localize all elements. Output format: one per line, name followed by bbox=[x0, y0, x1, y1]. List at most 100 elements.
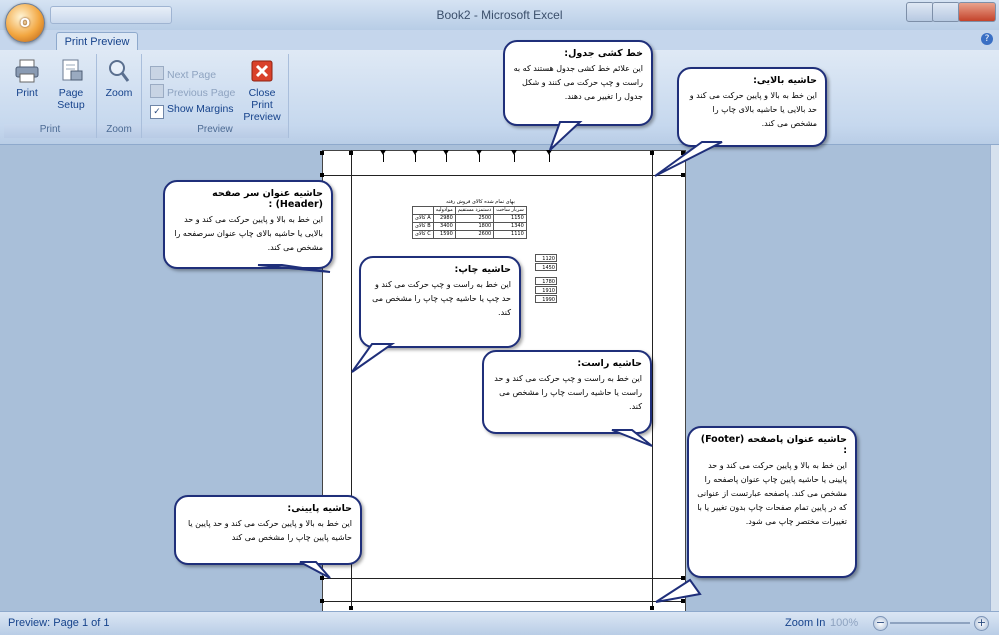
extra-cell: 1120 bbox=[535, 254, 557, 262]
table-cell: دستمزد مستقیم bbox=[454, 206, 495, 215]
top-margin-line[interactable] bbox=[322, 175, 684, 176]
margin-handle[interactable] bbox=[650, 606, 654, 610]
maximize-icon[interactable] bbox=[932, 2, 960, 22]
margin-handle[interactable] bbox=[349, 151, 353, 155]
extra-cell: 1780 bbox=[535, 277, 557, 285]
checkbox-icon: ✓ bbox=[150, 105, 164, 119]
page-setup-button[interactable]: Page Setup bbox=[50, 58, 92, 111]
footer-margin-line[interactable] bbox=[322, 601, 684, 602]
callout-title: حاشیه بالایی: bbox=[753, 75, 817, 86]
print-label: Print bbox=[16, 87, 38, 99]
callout-right-margin: حاشیه راست: این خط به راست و چپ حرکت می … bbox=[482, 350, 652, 434]
close-print-preview-button[interactable]: Close Print Preview bbox=[238, 58, 286, 123]
office-button-icon[interactable]: O bbox=[5, 3, 45, 43]
minimize-icon[interactable] bbox=[906, 2, 934, 22]
table-cell: 1340 bbox=[493, 222, 527, 231]
callout-body: این خط به راست و چپ حرکت می کند و حد چپ … bbox=[372, 280, 511, 317]
next-page-button[interactable]: Next Page bbox=[150, 66, 216, 81]
close-preview-icon bbox=[251, 60, 273, 82]
margin-handle[interactable] bbox=[320, 599, 324, 603]
margin-handle[interactable] bbox=[681, 576, 685, 580]
callout-top-margin: حاشیه بالایی: این خط به بالا و پایین حرک… bbox=[677, 67, 827, 147]
extra-cell: 1450 bbox=[535, 263, 557, 271]
margin-handle[interactable] bbox=[681, 151, 685, 155]
callout-bottom-margin: حاشیه پایینی: این خط به بالا و پایین حرک… bbox=[174, 495, 362, 565]
margin-handle[interactable] bbox=[681, 599, 685, 603]
margin-handle[interactable] bbox=[320, 576, 324, 580]
status-text: Preview: Page 1 of 1 bbox=[8, 617, 110, 629]
print-group-label: Print bbox=[4, 124, 96, 138]
table-cell: کالای A bbox=[412, 214, 434, 223]
table-cell: 2500 bbox=[454, 214, 495, 223]
callout-table-lines: خط کشی جدول: این علائم خط کشی جدول هستند… bbox=[503, 40, 653, 126]
close-label-2: Preview bbox=[243, 111, 281, 123]
zoom-percent[interactable]: 100% bbox=[830, 617, 858, 629]
show-margins-checkbox[interactable]: ✓ Show Margins bbox=[150, 102, 234, 119]
callout-body: این خط به بالا و پایین حرکت می کند و حد … bbox=[697, 461, 847, 526]
table-cell: 2600 bbox=[454, 230, 495, 239]
table-row: کالای A 2980 2500 1150 bbox=[412, 214, 527, 223]
callout-body: این علائم خط کشی جدول هستند که به راست و… bbox=[513, 64, 643, 101]
previous-page-button[interactable]: Previous Page bbox=[150, 84, 235, 99]
print-group: Print Page Setup Print bbox=[4, 54, 97, 138]
sheet-table: موادولیه دستمزد مستقیم سربار ساخت کالای … bbox=[412, 206, 527, 239]
callout-print-margin: حاشیه چاپ: این خط به راست و چپ حرکت می ک… bbox=[359, 256, 521, 348]
margin-handle[interactable] bbox=[320, 173, 324, 177]
column-handle[interactable] bbox=[443, 150, 449, 162]
ribbon: Print Page Setup Print Zoom Zoom Next Pa… bbox=[0, 50, 999, 145]
table-row: کالای C 1590 2600 1110 bbox=[412, 230, 527, 239]
column-handle[interactable] bbox=[511, 150, 517, 162]
callout-body: این خط به بالا و پایین حرکت می کند و حد … bbox=[174, 215, 323, 252]
zoom-in-icon[interactable]: + bbox=[974, 616, 989, 631]
bottom-margin-line[interactable] bbox=[322, 578, 684, 579]
column-handle[interactable] bbox=[412, 150, 418, 162]
zoom-slider[interactable] bbox=[890, 622, 970, 624]
tab-print-preview[interactable]: Print Preview bbox=[56, 32, 138, 51]
zoom-group: Zoom Zoom bbox=[97, 54, 142, 138]
close-icon[interactable] bbox=[958, 2, 996, 22]
preview-group-label: Preview bbox=[142, 124, 288, 138]
preview-group: Next Page Previous Page ✓ Show Margins Cl… bbox=[142, 54, 289, 138]
vertical-scrollbar[interactable] bbox=[990, 145, 999, 611]
title-bar: Book2 - Microsoft Excel bbox=[0, 0, 999, 31]
table-cell: 1110 bbox=[493, 230, 527, 239]
zoom-label: Zoom bbox=[105, 87, 133, 99]
column-handle[interactable] bbox=[546, 150, 552, 162]
sheet-title: بهای تمام شده کالای فروش رفته bbox=[446, 199, 515, 205]
extra-cell: 1990 bbox=[535, 295, 557, 303]
table-cell: 3400 bbox=[432, 222, 456, 231]
table-cell: 1150 bbox=[493, 214, 527, 223]
callout-title: حاشیه پایینی: bbox=[287, 503, 352, 514]
right-margin-line[interactable] bbox=[652, 150, 653, 610]
extra-cell: 1910 bbox=[535, 286, 557, 294]
margin-handle[interactable] bbox=[349, 606, 353, 610]
table-row: موادولیه دستمزد مستقیم سربار ساخت bbox=[412, 206, 527, 215]
table-cell: 1590 bbox=[432, 230, 456, 239]
column-handle[interactable] bbox=[380, 150, 386, 162]
column-handle[interactable] bbox=[476, 150, 482, 162]
table-cell: کالای C bbox=[412, 230, 434, 239]
callout-title: حاشیه راست: bbox=[577, 358, 642, 369]
callout-header-margin: حاشیه عنوان سر صفحه (Header) : این خط به… bbox=[163, 180, 333, 269]
zoom-out-icon[interactable]: − bbox=[873, 616, 888, 631]
callout-title: حاشیه عنوان سر صفحه (Header) : bbox=[212, 188, 323, 210]
zoom-button[interactable]: Zoom bbox=[101, 58, 137, 99]
margin-handle[interactable] bbox=[650, 151, 654, 155]
callout-body: این خط به بالا و پایین حرکت می کند و حد … bbox=[689, 91, 817, 128]
margin-handle[interactable] bbox=[681, 173, 685, 177]
print-button[interactable]: Print bbox=[10, 58, 44, 99]
zoom-in-label[interactable]: Zoom In bbox=[785, 617, 825, 629]
help-icon[interactable]: ? bbox=[981, 33, 993, 45]
callout-body: این خط به راست و چپ حرکت می کند و حد راس… bbox=[494, 374, 642, 411]
table-cell: کالای B bbox=[412, 222, 434, 231]
margin-handle[interactable] bbox=[320, 151, 324, 155]
table-cell: سربار ساخت bbox=[493, 206, 527, 215]
table-row: کالای B 3400 1800 1340 bbox=[412, 222, 527, 231]
page-setup-label-1: Page bbox=[58, 87, 84, 99]
zoom-group-label: Zoom bbox=[97, 124, 141, 138]
page-setup-icon bbox=[62, 59, 83, 81]
page-setup-label-2: Setup bbox=[57, 99, 85, 111]
callout-title: خط کشی جدول: bbox=[564, 48, 643, 59]
print-icon bbox=[15, 59, 39, 83]
next-page-icon bbox=[150, 66, 164, 80]
